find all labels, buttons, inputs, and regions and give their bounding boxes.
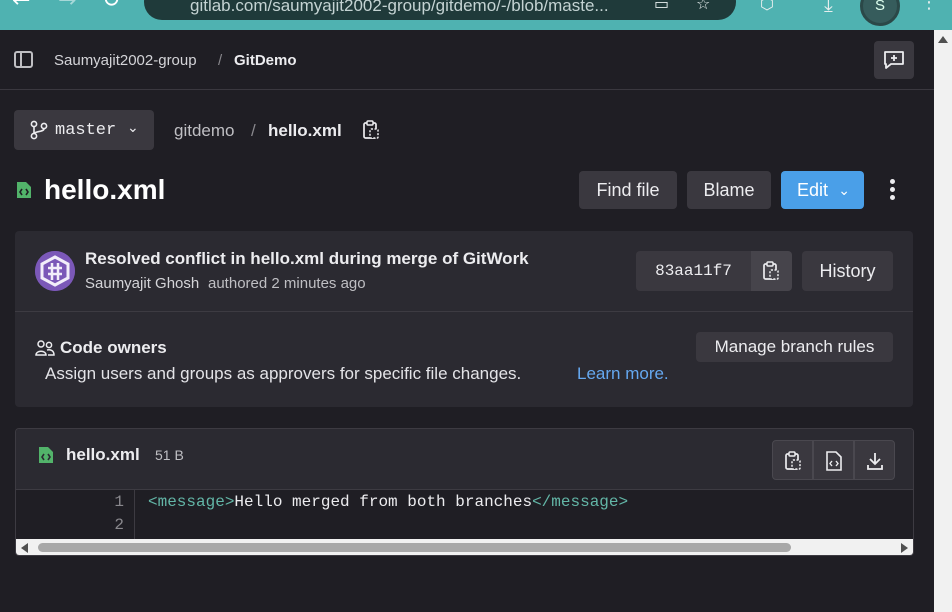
- path-separator: /: [251, 121, 256, 140]
- download-icon[interactable]: ⤓: [824, 0, 833, 16]
- document-code-icon: [826, 451, 842, 471]
- chevron-down-icon: ⌄: [838, 182, 850, 198]
- code-line: <message>Hello merged from both branches…: [148, 493, 628, 511]
- copy-icon: [763, 261, 779, 280]
- xml-file-icon: [17, 182, 31, 198]
- scroll-left-arrow-icon[interactable]: [21, 543, 28, 553]
- extensions-icon[interactable]: ⬡: [760, 0, 774, 13]
- learn-more-link[interactable]: Learn more.: [577, 364, 669, 384]
- path-root-link[interactable]: gitdemo: [174, 121, 234, 141]
- page-title: hello.xml: [44, 174, 166, 205]
- back-arrow-icon[interactable]: ←: [12, 0, 30, 13]
- line-number-gutter: 1 2: [16, 490, 135, 540]
- edit-button-label: Edit: [797, 180, 829, 200]
- download-icon: [867, 453, 883, 470]
- more-actions-icon[interactable]: [890, 179, 898, 203]
- feedback-button[interactable]: [874, 41, 914, 79]
- commit-time: authored 2 minutes ago: [208, 275, 366, 292]
- manage-branch-rules-button[interactable]: Manage branch rules: [696, 332, 893, 362]
- panel-divider: [15, 311, 913, 312]
- branch-selector[interactable]: master ⌄: [14, 110, 154, 150]
- identicon-icon: [35, 251, 75, 291]
- copy-icon: [785, 451, 801, 470]
- code-owners-description: Assign users and groups as approvers for…: [45, 364, 522, 383]
- line-number[interactable]: 2: [114, 516, 124, 534]
- copy-path-icon[interactable]: [362, 120, 380, 140]
- cast-icon[interactable]: ▭: [654, 0, 669, 13]
- chat-plus-icon: [884, 51, 904, 69]
- users-icon: [35, 340, 55, 356]
- scrollbar-thumb[interactable]: [38, 543, 791, 552]
- address-bar[interactable]: gitlab.com/saumyajit2002-group/gitdemo/-…: [144, 0, 736, 20]
- copy-contents-button[interactable]: [772, 440, 813, 480]
- profile-avatar[interactable]: S: [860, 0, 900, 26]
- find-file-button[interactable]: Find file: [579, 171, 677, 209]
- file-header: hello.xml 51 B: [16, 429, 913, 490]
- xml-open-tag: <message>: [148, 493, 235, 511]
- file-viewer: hello.xml 51 B 1 2 <message>Hello merged…: [15, 428, 914, 556]
- horizontal-scrollbar[interactable]: [16, 539, 913, 555]
- branch-icon: [30, 120, 48, 140]
- breadcrumb-project[interactable]: GitDemo: [234, 52, 297, 69]
- download-button[interactable]: [854, 440, 895, 480]
- page-scrollbar[interactable]: [934, 30, 952, 612]
- breadcrumb-separator: /: [218, 52, 223, 69]
- line-number[interactable]: 1: [114, 493, 124, 511]
- file-name: hello.xml: [66, 445, 140, 464]
- browser-menu-icon[interactable]: ⋮: [920, 0, 938, 13]
- file-size: 51 B: [155, 447, 184, 463]
- xml-close-tag: </message>: [532, 493, 629, 511]
- reload-icon[interactable]: ↻: [102, 0, 120, 13]
- commit-author[interactable]: Saumyajit Ghosh: [85, 275, 199, 292]
- copy-sha-button[interactable]: [751, 251, 792, 291]
- chevron-down-icon: ⌄: [127, 119, 139, 135]
- scroll-right-arrow-icon[interactable]: [901, 543, 908, 553]
- path-file: hello.xml: [268, 121, 342, 140]
- breadcrumb-group[interactable]: Saumyajit2002-group: [54, 52, 197, 69]
- top-header: Saumyajit2002-group / GitDemo: [0, 30, 934, 90]
- url-text: gitlab.com/saumyajit2002-group/gitdemo/-…: [190, 0, 609, 15]
- edit-button[interactable]: Edit ⌄: [781, 171, 864, 209]
- open-raw-button[interactable]: [813, 440, 854, 480]
- browser-toolbar: ← → ↻ gitlab.com/saumyajit2002-group/git…: [0, 0, 952, 30]
- commit-sha[interactable]: 83aa11f7: [636, 251, 751, 291]
- xml-text: Hello merged from both branches: [234, 493, 533, 511]
- code-owners-title: Code owners: [60, 338, 167, 357]
- branch-name: master: [55, 121, 117, 140]
- blame-button[interactable]: Blame: [687, 171, 771, 209]
- bookmark-star-icon[interactable]: ☆: [696, 0, 710, 13]
- scroll-up-arrow-icon[interactable]: [938, 36, 948, 43]
- forward-arrow-icon[interactable]: →: [58, 0, 76, 13]
- author-avatar[interactable]: [35, 251, 75, 291]
- sidebar-toggle-icon[interactable]: [14, 51, 33, 68]
- xml-file-icon: [39, 447, 53, 463]
- commit-message[interactable]: Resolved conflict in hello.xml during me…: [85, 249, 529, 269]
- history-button[interactable]: History: [802, 251, 893, 291]
